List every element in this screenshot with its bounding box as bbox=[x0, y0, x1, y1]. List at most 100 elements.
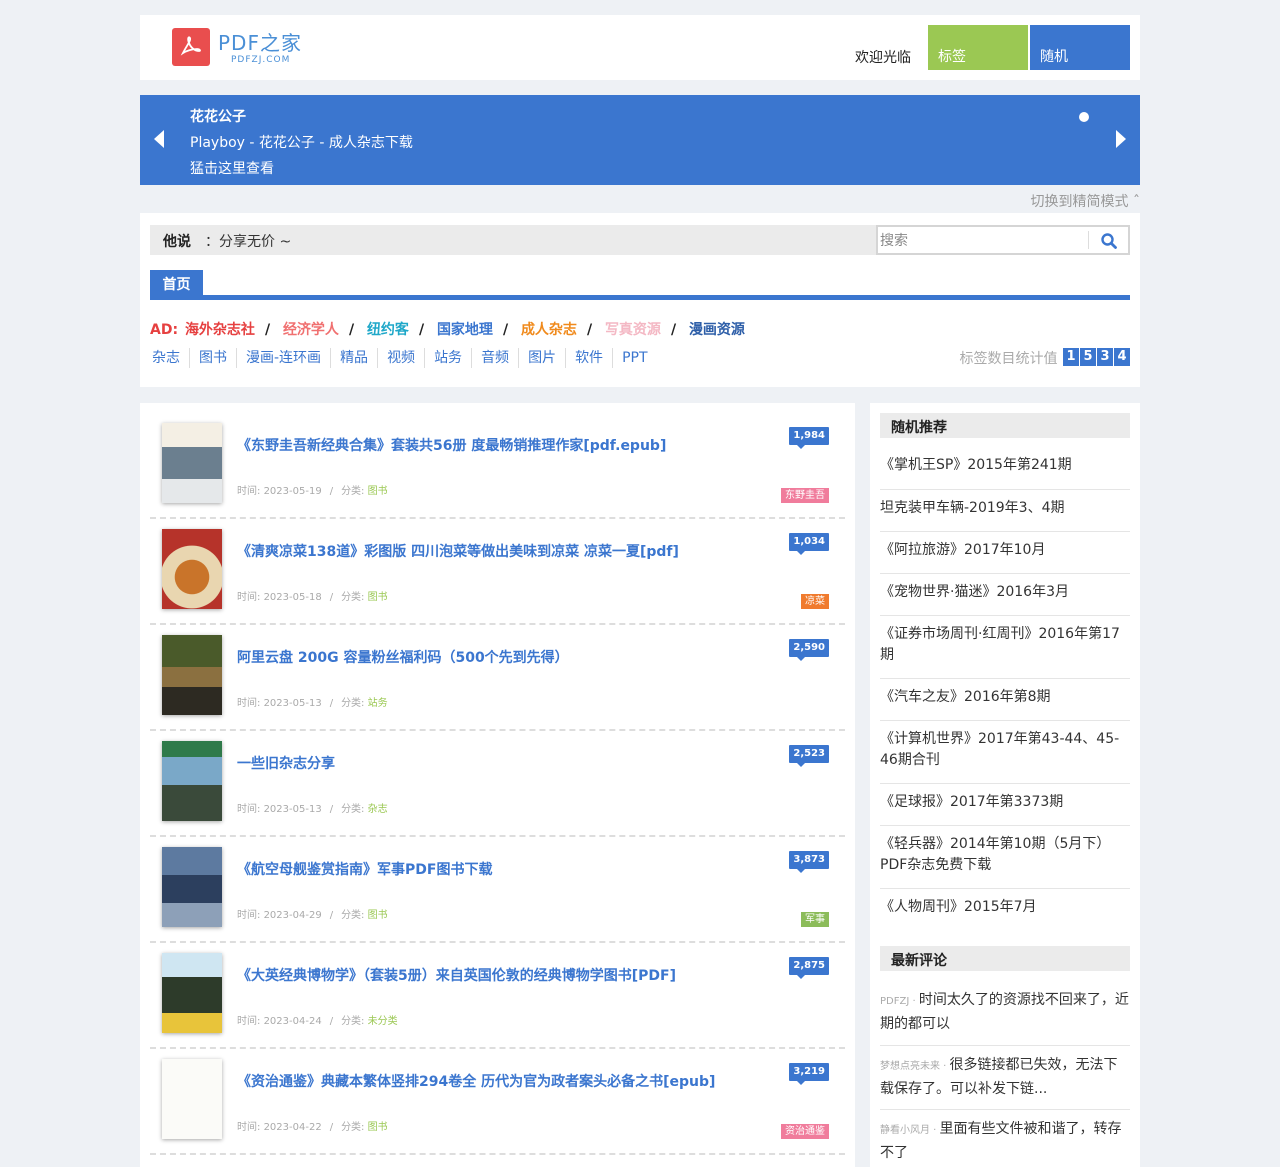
article-item: 《东野圭吾新经典合集》套装共56册 度最畅销推理作家[pdf.epub] 时间:… bbox=[150, 413, 845, 519]
article-title[interactable]: 《资治通鉴》典藏本繁体竖排294卷全 历代为官为政者案头必备之书[epub] bbox=[237, 1071, 715, 1091]
random-item[interactable]: 《轻兵器》2014年第10期（5月下）PDF杂志免费下载 bbox=[880, 834, 1130, 889]
article-meta: 时间: 2023-04-29 / 分类: 图书 bbox=[237, 906, 388, 921]
article-title[interactable]: 《东野圭吾新经典合集》套装共56册 度最畅销推理作家[pdf.epub] bbox=[237, 435, 666, 455]
random-item[interactable]: 《阿拉旅游》2017年10月 bbox=[880, 540, 1130, 574]
random-item[interactable]: 坦克装甲车辆-2019年3、4期 bbox=[880, 498, 1130, 532]
nav-random-button[interactable]: 随机 bbox=[1030, 25, 1130, 70]
comment-user: 梦想点亮未来 · bbox=[880, 1061, 950, 1072]
random-item[interactable]: 《足球报》2017年第3373期 bbox=[880, 792, 1130, 826]
meta-time-label: 时间: bbox=[237, 1016, 264, 1027]
category-link[interactable]: 图片 bbox=[518, 348, 565, 368]
category-link[interactable]: PPT bbox=[612, 348, 656, 368]
article-title[interactable]: 《清爽凉菜138道》彩图版 四川泡菜等做出美味到凉菜 凉菜一夏[pdf] bbox=[237, 541, 679, 561]
ad-separator: / bbox=[502, 322, 509, 338]
site-logo[interactable]: PDF之家 PDFZJ.COM bbox=[172, 28, 312, 68]
article-tag[interactable]: 军事 bbox=[801, 912, 829, 927]
nav-tags-button[interactable]: 标签 bbox=[928, 25, 1028, 70]
category-link[interactable]: 杂志 bbox=[150, 348, 189, 368]
banner-title[interactable]: 花花公子 bbox=[190, 106, 246, 126]
ad-link[interactable]: 国家地理 bbox=[437, 322, 493, 338]
meta-category-label: 分类: bbox=[341, 592, 368, 603]
random-item[interactable]: 《计算机世界》2017年第43-44、45-46期合刊 bbox=[880, 729, 1130, 784]
random-item[interactable]: 《人物周刊》2015年7月 bbox=[880, 897, 1130, 931]
ad-link[interactable]: 纽约客 bbox=[367, 322, 409, 338]
stat-digit: 3 bbox=[1097, 348, 1113, 366]
article-thumbnail[interactable] bbox=[162, 953, 222, 1033]
random-item[interactable]: 《掌机王SP》2015年第241期 bbox=[880, 455, 1130, 490]
article-item: 一些旧杂志分享 时间: 2023-05-13 / 分类: 杂志 2,523 bbox=[150, 731, 845, 837]
search-divider bbox=[1088, 231, 1089, 249]
meta-separator: / bbox=[329, 910, 334, 921]
article-thumbnail[interactable] bbox=[162, 847, 222, 927]
article-category[interactable]: 图书 bbox=[368, 486, 388, 497]
comment-item[interactable]: 静看小风月 · 里面有些文件被和谐了，转存不了 bbox=[880, 1118, 1130, 1167]
article-category[interactable]: 图书 bbox=[368, 1122, 388, 1133]
ad-link[interactable]: 成人杂志 bbox=[521, 322, 577, 338]
article-thumbnail[interactable] bbox=[162, 529, 222, 609]
view-count-badge: 3,219 bbox=[789, 1063, 829, 1085]
random-item[interactable]: 《宠物世界·猫迷》2016年3月 bbox=[880, 582, 1130, 616]
ad-separator: / bbox=[670, 322, 677, 338]
comment-user: PDFZJ · bbox=[880, 996, 919, 1007]
ad-link[interactable]: 经济学人 bbox=[283, 322, 339, 338]
meta-separator: / bbox=[329, 804, 334, 815]
article-title[interactable]: 《航空母舰鉴赏指南》军事PDF图书下载 bbox=[237, 859, 492, 879]
meta-category-label: 分类: bbox=[341, 486, 368, 497]
comment-item[interactable]: PDFZJ · 时间太久了的资源找不回来了，近期的都可以 bbox=[880, 989, 1130, 1046]
category-link[interactable]: 软件 bbox=[565, 348, 612, 368]
category-link[interactable]: 视频 bbox=[377, 348, 424, 368]
ad-separator: / bbox=[418, 322, 425, 338]
tab-home[interactable]: 首页 bbox=[150, 270, 203, 295]
motto-text: ：分享无价 ~ bbox=[205, 234, 292, 250]
random-item[interactable]: 《证券市场周刊·红周刊》2016年第17期 bbox=[880, 624, 1130, 679]
switch-mode-link[interactable]: 切换到精简模式 ˆ bbox=[1031, 191, 1140, 211]
ad-link[interactable]: 写真资源 bbox=[605, 322, 661, 338]
meta-separator: / bbox=[329, 1122, 334, 1133]
view-count-badge: 2,875 bbox=[789, 957, 829, 979]
article-category[interactable]: 杂志 bbox=[368, 804, 388, 815]
article-category[interactable]: 未分类 bbox=[368, 1016, 398, 1027]
pdf-icon bbox=[172, 28, 210, 66]
category-link[interactable]: 图书 bbox=[189, 348, 236, 368]
category-link[interactable]: 音频 bbox=[471, 348, 518, 368]
category-link[interactable]: 站务 bbox=[424, 348, 471, 368]
random-item[interactable]: 《汽车之友》2016年第8期 bbox=[880, 687, 1130, 721]
article-thumbnail[interactable] bbox=[162, 1059, 222, 1139]
meta-separator: / bbox=[329, 698, 334, 709]
article-thumbnail[interactable] bbox=[162, 635, 222, 715]
article-title[interactable]: 阿里云盘 200G 容量粉丝福利码（500个先到先得） bbox=[237, 647, 569, 667]
article-category[interactable]: 图书 bbox=[368, 910, 388, 921]
ad-link[interactable]: 海外杂志社 bbox=[185, 322, 255, 338]
article-title[interactable]: 一些旧杂志分享 bbox=[237, 753, 335, 773]
ad-link[interactable]: 漫画资源 bbox=[689, 322, 745, 338]
comment-item[interactable]: 梦想点亮未来 · 很多链接都已失效，无法下载保存了。可以补发下链... bbox=[880, 1054, 1130, 1110]
banner-link[interactable]: 猛击这里查看 bbox=[190, 158, 274, 178]
article-list: 《东野圭吾新经典合集》套装共56册 度最畅销推理作家[pdf.epub] 时间:… bbox=[140, 403, 855, 1167]
article-date: 2023-04-22 bbox=[263, 1122, 322, 1133]
article-tag[interactable]: 凉菜 bbox=[801, 594, 829, 609]
logo-text: PDF之家 bbox=[218, 31, 302, 55]
banner-dot[interactable] bbox=[1079, 112, 1089, 122]
article-meta: 时间: 2023-05-13 / 分类: 杂志 bbox=[237, 800, 388, 815]
article-meta: 时间: 2023-05-19 / 分类: 图书 bbox=[237, 482, 388, 497]
search-input[interactable] bbox=[878, 227, 1088, 253]
article-title[interactable]: 《大英经典博物学》（套装5册）来自英国伦敦的经典博物学图书[PDF] bbox=[237, 965, 676, 985]
stat-digit: 4 bbox=[1114, 348, 1130, 366]
banner-next-icon[interactable] bbox=[1116, 130, 1126, 148]
article-category[interactable]: 站务 bbox=[368, 698, 388, 709]
article-category[interactable]: 图书 bbox=[368, 592, 388, 603]
view-count-badge: 1,034 bbox=[789, 533, 829, 555]
article-thumbnail[interactable] bbox=[162, 423, 222, 503]
ad-links: AD: 海外杂志社 / 经济学人 / 纽约客 / 国家地理 / 成人杂志 / 写真资源 / … bbox=[150, 319, 747, 339]
search-icon[interactable] bbox=[1100, 232, 1118, 250]
article-tag[interactable]: 东野圭吾 bbox=[781, 488, 829, 503]
article-thumbnail[interactable] bbox=[162, 741, 222, 821]
article-tag[interactable]: 资治通鉴 bbox=[781, 1124, 829, 1139]
article-meta: 时间: 2023-04-22 / 分类: 图书 bbox=[237, 1118, 388, 1133]
welcome-text: 欢迎光临 bbox=[855, 50, 911, 66]
category-link[interactable]: 漫画-连环画 bbox=[236, 348, 330, 368]
category-link[interactable]: 精品 bbox=[330, 348, 377, 368]
site-header: PDF之家 PDFZJ.COM 欢迎光临 标签 随机 bbox=[140, 15, 1140, 80]
banner-slider[interactable]: 花花公子 Playboy - 花花公子 - 成人杂志下载 猛击这里查看 bbox=[140, 95, 1140, 185]
banner-prev-icon[interactable] bbox=[154, 130, 164, 148]
